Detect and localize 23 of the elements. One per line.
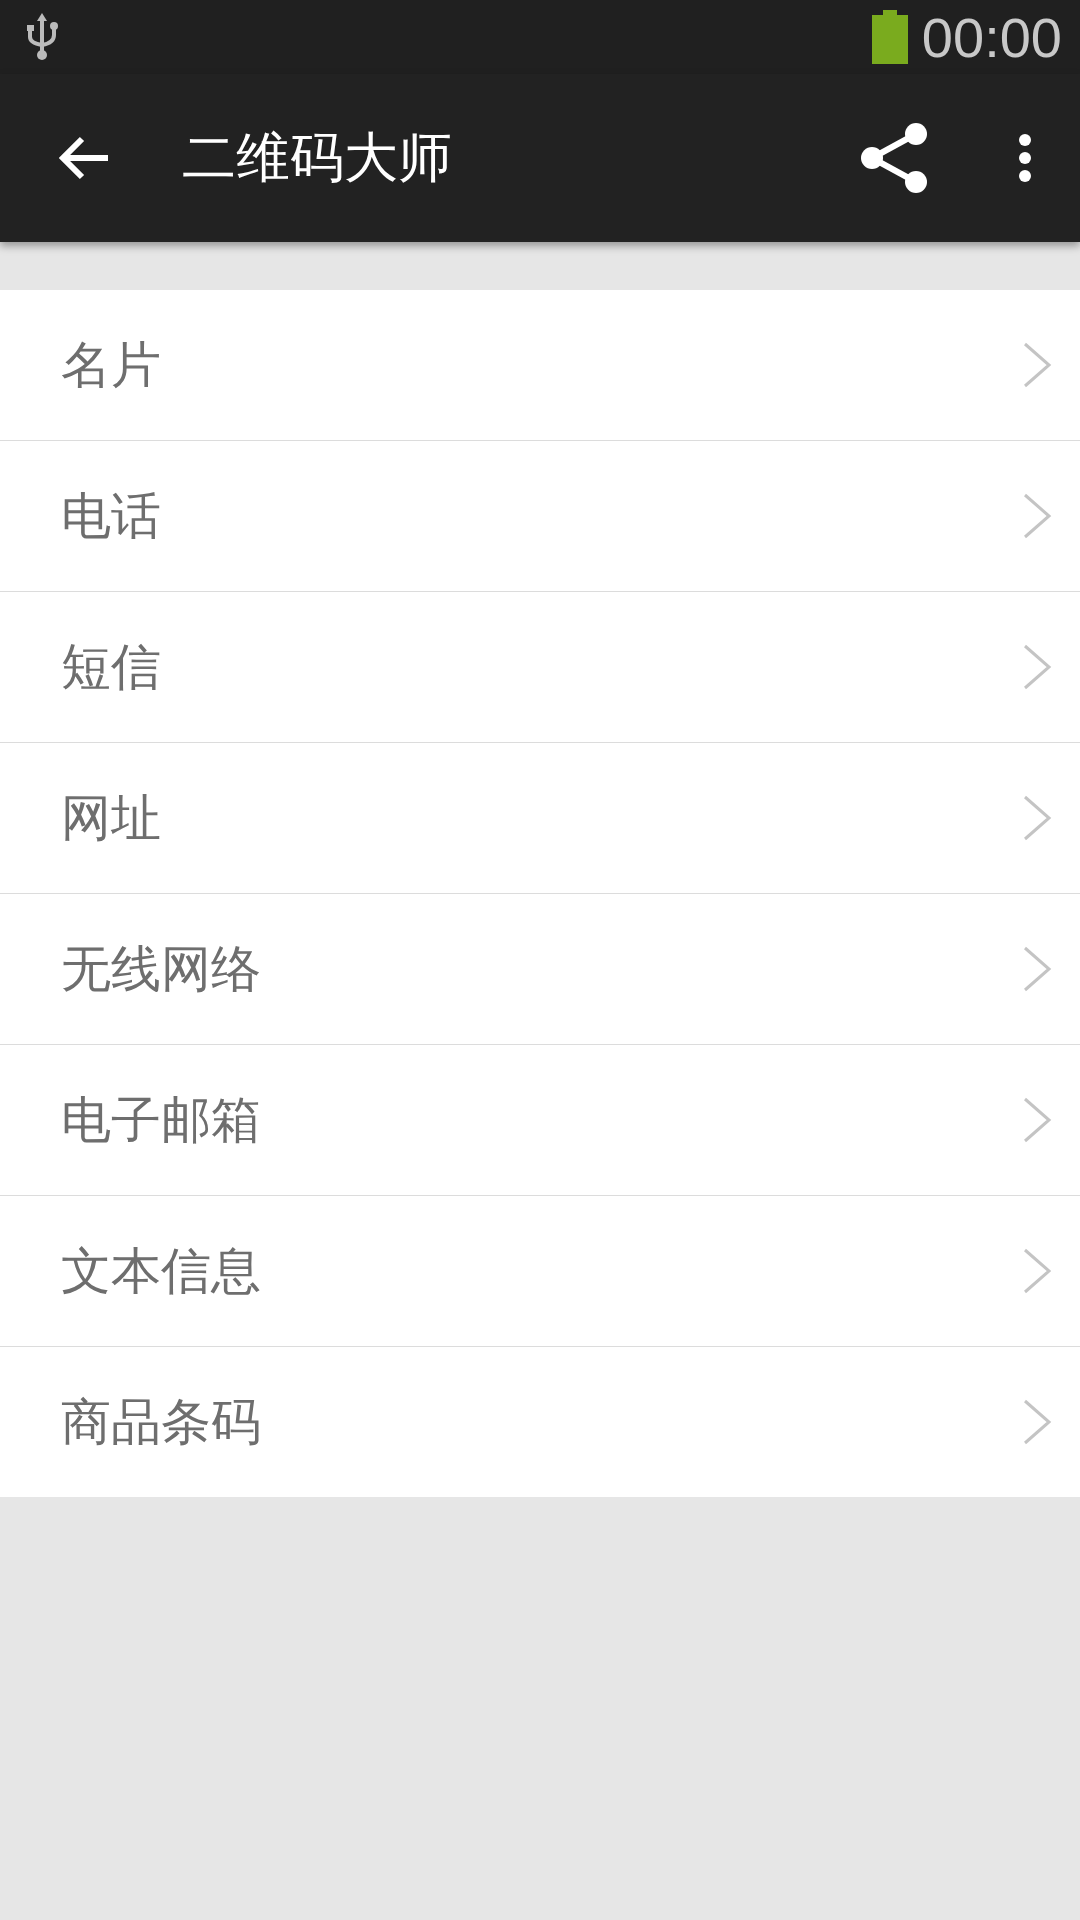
chevron-icon xyxy=(1022,342,1052,388)
menu-item[interactable]: 电话 xyxy=(0,441,1080,592)
chevron-icon xyxy=(1022,1399,1052,1445)
menu-item[interactable]: 短信 xyxy=(0,592,1080,743)
menu-item[interactable]: 电子邮箱 xyxy=(0,1045,1080,1196)
app-title: 二维码大师 xyxy=(182,124,453,191)
clock: 00:00 xyxy=(921,4,1062,70)
more-options-icon[interactable] xyxy=(1018,133,1032,183)
back-icon[interactable] xyxy=(58,136,110,180)
usb-icon xyxy=(26,13,58,61)
chevron-icon xyxy=(1022,644,1052,690)
chevron-icon xyxy=(1022,795,1052,841)
chevron-icon xyxy=(1022,1248,1052,1294)
menu-item[interactable]: 无线网络 xyxy=(0,894,1080,1045)
menu-item[interactable]: 名片 xyxy=(0,290,1080,441)
battery-icon xyxy=(871,10,908,64)
share-icon[interactable] xyxy=(860,122,928,194)
menu-item[interactable]: 商品条码 xyxy=(0,1347,1080,1497)
menu-item[interactable]: 网址 xyxy=(0,743,1080,894)
menu-item[interactable]: 文本信息 xyxy=(0,1196,1080,1347)
chevron-icon xyxy=(1022,1097,1052,1143)
chevron-icon xyxy=(1022,946,1052,992)
chevron-icon xyxy=(1022,493,1052,539)
